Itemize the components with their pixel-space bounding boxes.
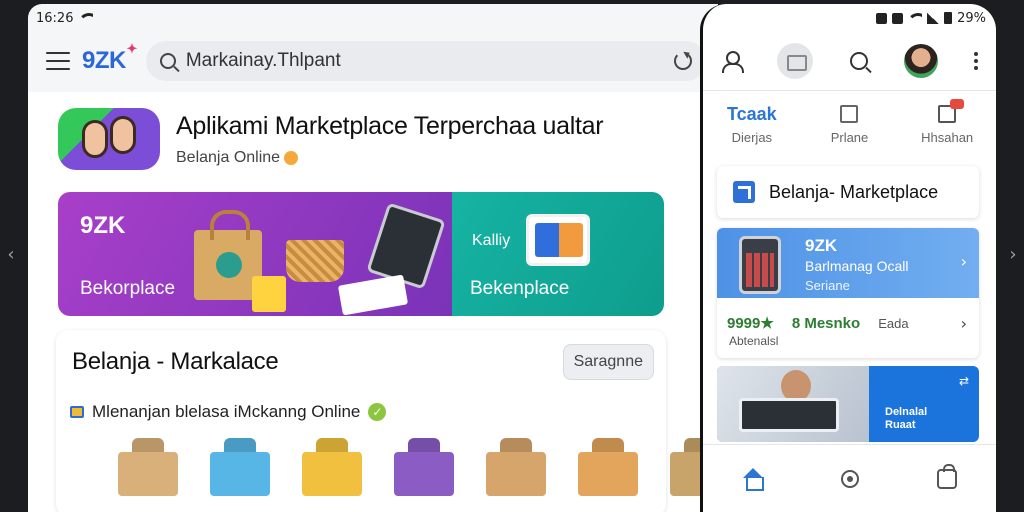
product-item[interactable] xyxy=(572,436,646,496)
home-icon[interactable] xyxy=(742,467,764,491)
section-subtitle-text: Mlenanjan blelasa iMckanng Online xyxy=(92,402,361,421)
product-row xyxy=(112,436,718,496)
tablet-screen: 16:26 9ZK ✦ Markainay.Thlpant Aplikami M… xyxy=(28,4,718,512)
divider xyxy=(703,90,996,91)
promo-stats: 9999★ 8 Mesnko Eada xyxy=(727,314,909,333)
check-icon: ✓ xyxy=(368,403,387,421)
promo-banner[interactable]: 9ZK Bekorplace Kalliy Bekenplace xyxy=(58,192,664,316)
avatar[interactable] xyxy=(903,44,938,78)
product-item[interactable] xyxy=(388,436,462,496)
child-tablet-photo xyxy=(717,366,869,442)
notification-icon xyxy=(892,12,904,24)
search-input[interactable]: Markainay.Thlpant xyxy=(186,50,664,72)
banner-right-text: Kalliy xyxy=(472,232,511,249)
search-bar[interactable]: Markainay.Thlpant xyxy=(145,41,706,81)
extra-stat: Eada xyxy=(878,315,909,331)
promo-line: Barlmanag Ocall xyxy=(805,258,909,274)
promo-brand: 9ZK xyxy=(805,236,838,255)
card-illustration xyxy=(337,274,409,316)
note-icon xyxy=(938,99,965,123)
refresh-icon[interactable] xyxy=(674,52,692,70)
video-card[interactable]: ⇄ Delnalal Ruaat xyxy=(717,366,979,442)
gift-box-illustration xyxy=(252,276,286,312)
video-card-text: Delnalal Ruaat xyxy=(885,406,927,432)
phone-status-bar: 29% xyxy=(876,8,986,28)
more-icon[interactable] xyxy=(974,52,978,70)
section-title: Belanja - Markalace xyxy=(72,348,279,375)
phone-tabs: Tcaak Dierjas Prlane Hhsahan xyxy=(703,98,996,158)
status-bar: 16:26 xyxy=(36,8,94,28)
app-logo xyxy=(58,108,160,170)
section-card: Belanja - Markalace Saragnne Mlenanjan b… xyxy=(56,330,718,512)
tab-hhsahan[interactable]: Hhsahan xyxy=(902,98,992,158)
brand-text: 9ZK xyxy=(82,47,126,74)
user-icon[interactable] xyxy=(721,51,744,73)
chevron-right-icon[interactable]: › xyxy=(961,252,967,271)
tab-label: Prlane xyxy=(830,130,869,145)
wifi-icon xyxy=(79,13,94,23)
search-icon xyxy=(159,53,176,69)
app-title: Aplikami Marketplace Terperchaa ualtar xyxy=(176,111,604,140)
expand-icon[interactable]: ⇄ xyxy=(959,374,969,388)
emoji-icon xyxy=(284,150,299,165)
tab-label: Hhsahan xyxy=(921,130,974,145)
phone-top-bar xyxy=(703,38,996,84)
app-subtitle: Belanja Online xyxy=(176,149,603,167)
battery-percent: 29% xyxy=(957,10,986,26)
search-icon[interactable] xyxy=(849,52,868,70)
app-subtitle-text: Belanja Online xyxy=(176,148,281,166)
promo-card[interactable]: 9ZK Barlmanag Ocall Seriane › 9999★ 8 Me… xyxy=(717,228,979,358)
brand-logo[interactable]: 9ZK ✦ xyxy=(82,41,137,75)
next-arrow-icon[interactable]: › xyxy=(1006,244,1020,266)
bottom-nav xyxy=(703,444,996,512)
sparkle-icon: ✦ xyxy=(126,41,137,56)
sales-stat: 8 Mesnko xyxy=(791,314,861,332)
status-time: 16:26 xyxy=(36,10,74,26)
promo-card-header: 9ZK Barlmanag Ocall Seriane › xyxy=(717,228,979,298)
rating-stat: 9999★ xyxy=(727,315,774,332)
app-header: Aplikami Marketplace Terperchaa ualtar B… xyxy=(58,108,604,170)
tab-logo-text: Tcaak xyxy=(726,103,777,124)
tab-label: Dierjas xyxy=(731,130,773,145)
chat-icon[interactable] xyxy=(777,43,814,79)
page-content: Aplikami Marketplace Terperchaa ualtar B… xyxy=(28,92,718,512)
marketplace-icon xyxy=(733,181,755,203)
image-icon xyxy=(840,105,859,123)
prev-arrow-icon[interactable]: ‹ xyxy=(4,244,18,266)
product-item[interactable] xyxy=(112,436,186,496)
promo-footer: Abtenalsl xyxy=(729,334,779,348)
menu-icon[interactable] xyxy=(46,52,70,70)
signal-icon xyxy=(927,12,940,24)
video-card-line: Delnalal xyxy=(885,406,928,418)
section-button[interactable]: Saragnne xyxy=(562,344,654,380)
banner-right[interactable]: Kalliy Bekenplace xyxy=(452,192,664,316)
product-item[interactable] xyxy=(296,436,370,496)
tablet-illustration xyxy=(366,202,446,290)
section-subtitle: Mlenanjan blelasa iMckanng Online ✓ xyxy=(70,402,387,422)
basket-illustration xyxy=(286,240,344,282)
photo-card-illustration xyxy=(526,214,590,266)
product-item[interactable] xyxy=(480,436,554,496)
banner-right-label: Bekenplace xyxy=(470,278,570,299)
battery-icon xyxy=(944,12,953,24)
banner-brand: 9ZK xyxy=(80,212,126,239)
orders-icon[interactable] xyxy=(841,469,860,488)
phone-illustration xyxy=(739,236,781,294)
bag-icon[interactable] xyxy=(937,463,958,489)
banner-left[interactable]: 9ZK Bekorplace xyxy=(58,192,452,316)
promo-line: Seriane xyxy=(805,278,850,293)
tab-prlane[interactable]: Prlane xyxy=(804,98,894,158)
phone-screen: 29% Tcaak Dierjas Prlane Hhsahan Belanja… xyxy=(700,4,996,512)
browser-toolbar: 9ZK ✦ Markainay.Thlpant xyxy=(28,34,718,88)
wifi-icon xyxy=(908,13,923,23)
chevron-right-icon[interactable]: › xyxy=(961,314,967,333)
tab-dierjas[interactable]: Tcaak Dierjas xyxy=(707,98,797,158)
marketplace-card[interactable]: Belanja- Marketplace xyxy=(717,166,979,218)
notification-icon xyxy=(876,12,888,24)
video-card-line: Ruaat xyxy=(885,419,916,431)
product-item[interactable] xyxy=(204,436,278,496)
banner-left-label: Bekorplace xyxy=(80,278,176,299)
marketplace-card-label: Belanja- Marketplace xyxy=(769,181,939,202)
category-icon xyxy=(70,406,84,418)
